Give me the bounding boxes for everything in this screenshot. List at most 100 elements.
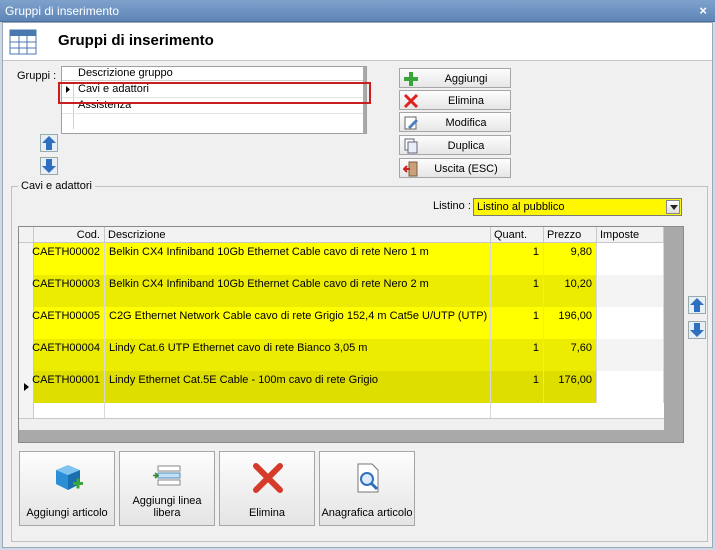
col-code-label: Cod. — [76, 229, 100, 241]
add-free-line-button[interactable]: Aggiungi linea libera — [119, 451, 215, 526]
exit-button[interactable]: Uscita (ESC) — [399, 158, 511, 178]
x-icon — [253, 463, 283, 493]
row-indicator — [19, 403, 34, 418]
cell-tax[interactable] — [597, 371, 664, 403]
cell-code[interactable]: CAETH00005 — [32, 307, 105, 339]
cell-description[interactable]: Belkin CX4 Infiniband 10Gb Ethernet Cabl… — [105, 275, 491, 307]
groups-label: Gruppi : — [17, 70, 57, 82]
col-tax-label: Imposte — [600, 229, 640, 241]
col-desc-label: Descrizione — [108, 229, 166, 241]
title-bar: Gruppi di inserimento × — [0, 0, 715, 22]
close-icon[interactable]: × — [699, 3, 707, 18]
row-indicator — [62, 114, 74, 129]
grid-footer — [19, 418, 664, 430]
cube-plus-icon — [56, 465, 83, 490]
x-icon — [403, 93, 419, 109]
cell-tax[interactable] — [597, 307, 664, 339]
cell-tax[interactable] — [597, 275, 664, 307]
move-up-button[interactable] — [40, 134, 58, 152]
window-title: Gruppi di inserimento — [5, 4, 120, 18]
cell-code[interactable]: CAETH00003 — [32, 275, 105, 307]
exit-label: Uscita (ESC) — [434, 163, 498, 175]
page-title: Gruppi di inserimento — [58, 32, 214, 49]
add-item-button[interactable]: Aggiungi articolo — [19, 451, 115, 526]
add-item-label: Aggiungi articolo — [26, 507, 108, 519]
table-row-empty[interactable] — [19, 403, 664, 418]
cell-qty[interactable]: 1 — [491, 339, 544, 371]
cell-code[interactable]: CAETH00002 — [32, 243, 105, 275]
arrow-down-icon — [688, 321, 706, 339]
col-header-code[interactable]: Cod. — [34, 227, 105, 243]
cell-description[interactable]: C2G Ethernet Network Cable cavo di rete … — [105, 307, 491, 339]
grid-body: Cod. Descrizione Quant. Prezzo Imposte C… — [19, 227, 664, 418]
item-registry-label: Anagrafica articolo — [321, 507, 413, 519]
arrow-down-icon — [40, 157, 58, 175]
dialog: Gruppi di inserimento Gruppi : Descrizio… — [2, 22, 713, 548]
list-insert-icon — [153, 465, 181, 486]
add-free-line-label: Aggiungi linea libera — [132, 495, 202, 519]
pencil-icon — [404, 116, 418, 130]
edit-group-button[interactable]: Modifica — [399, 112, 511, 132]
duplicate-label: Duplica — [447, 140, 485, 152]
col-qty-label: Quant. — [494, 229, 528, 241]
copy-icon — [404, 138, 418, 154]
magnifier-doc-icon — [357, 463, 379, 493]
selection-highlight — [58, 82, 371, 104]
col-header-description[interactable]: Descrizione — [105, 227, 491, 243]
table-row[interactable]: CAETH00002 Belkin CX4 Infiniband 10Gb Et… — [19, 243, 664, 275]
add-group-button[interactable]: Aggiungi — [399, 68, 511, 88]
cell-price[interactable]: 10,20 — [544, 275, 597, 307]
cell-code[interactable]: CAETH00001 — [32, 371, 105, 403]
groups-column-header: Descrizione gruppo — [62, 67, 364, 81]
col-header-tax[interactable]: Imposte — [597, 227, 664, 243]
group-row-empty[interactable] — [62, 114, 364, 130]
move-down-button[interactable] — [40, 157, 58, 175]
col-header-price[interactable]: Prezzo — [544, 227, 597, 243]
table-row-selected[interactable]: CAETH00001 Lindy Ethernet Cat.5E Cable -… — [19, 371, 664, 403]
cell-code[interactable] — [34, 403, 105, 418]
table-row[interactable]: CAETH00004 Lindy Cat.6 UTP Ethernet cavo… — [19, 339, 664, 371]
row-move-up-button[interactable] — [688, 296, 706, 314]
cell-price[interactable]: 7,60 — [544, 339, 597, 371]
exit-icon — [403, 161, 418, 177]
table-row[interactable]: CAETH00003 Belkin CX4 Infiniband 10Gb Et… — [19, 275, 664, 307]
header: Gruppi di inserimento — [3, 23, 712, 61]
col-price-label: Prezzo — [547, 229, 582, 241]
table-row[interactable]: CAETH00005 C2G Ethernet Network Cable ca… — [19, 307, 664, 339]
cell-code[interactable]: CAETH00004 — [32, 339, 105, 371]
cell-qty[interactable]: 1 — [491, 243, 544, 275]
cell-price[interactable]: 196,00 — [544, 307, 597, 339]
edit-label: Modifica — [445, 117, 487, 129]
item-registry-button[interactable]: Anagrafica articolo — [319, 451, 415, 526]
row-move-down-button[interactable] — [688, 321, 706, 339]
delete-group-button[interactable]: Elimina — [399, 90, 511, 110]
col-header-qty[interactable]: Quant. — [491, 227, 544, 243]
listino-value: Listino al pubblico — [477, 201, 565, 213]
cell-price[interactable]: 9,80 — [544, 243, 597, 275]
cell-qty[interactable]: 1 — [491, 307, 544, 339]
cell-description[interactable]: Belkin CX4 Infiniband 10Gb Ethernet Cabl… — [105, 243, 491, 275]
chevron-down-icon[interactable] — [666, 200, 680, 214]
groups-column-title: Descrizione gruppo — [78, 67, 173, 79]
listino-label: Listino : — [433, 200, 471, 212]
listino-select[interactable]: Listino al pubblico — [473, 198, 682, 216]
table-icon — [9, 29, 37, 55]
cell-qty[interactable]: 1 — [491, 275, 544, 307]
group-detail-title: Cavi e adattori — [18, 180, 95, 192]
plus-icon — [404, 72, 418, 86]
cell-qty[interactable]: 1 — [491, 371, 544, 403]
cell-description[interactable]: Lindy Cat.6 UTP Ethernet cavo di rete Bi… — [105, 339, 491, 371]
cell-tax[interactable] — [597, 243, 664, 275]
arrow-up-icon — [40, 134, 58, 152]
delete-label: Elimina — [447, 95, 485, 107]
cell-description[interactable]: Lindy Ethernet Cat.5E Cable - 100m cavo … — [105, 371, 491, 403]
delete-item-button[interactable]: Elimina — [219, 451, 315, 526]
cell-price[interactable]: 176,00 — [544, 371, 597, 403]
cell-tax[interactable] — [597, 339, 664, 371]
cell-description[interactable] — [105, 403, 491, 418]
duplicate-group-button[interactable]: Duplica — [399, 135, 511, 155]
delete-item-label: Elimina — [248, 507, 286, 519]
add-label: Aggiungi — [444, 73, 488, 85]
grid-corner — [19, 227, 34, 243]
items-grid[interactable]: Cod. Descrizione Quant. Prezzo Imposte C… — [18, 226, 684, 443]
